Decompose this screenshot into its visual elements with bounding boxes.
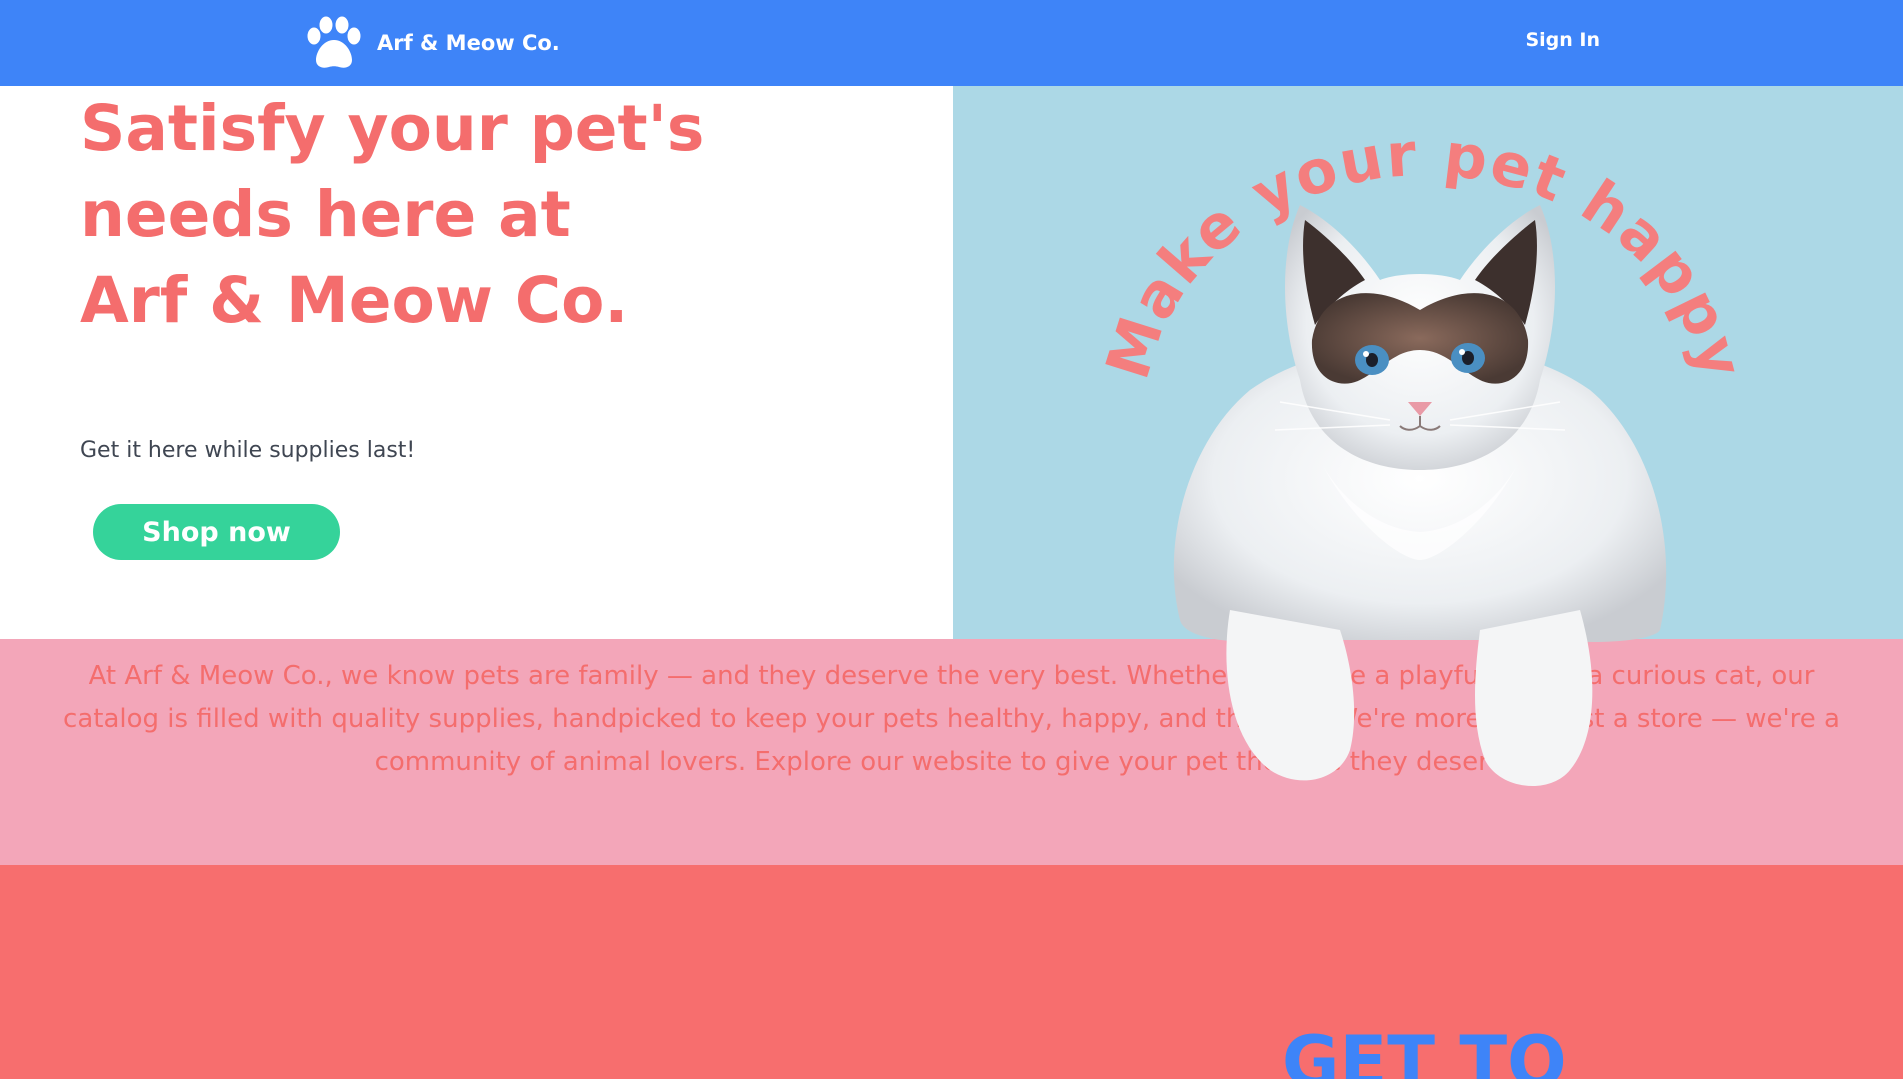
hero-cat-illustration: Make your pet happy bbox=[1100, 140, 1740, 800]
shop-now-button[interactable]: Shop now bbox=[93, 504, 340, 560]
hero-title: Satisfy your pet's needs here at Arf & M… bbox=[80, 86, 800, 344]
hero-title-line-3: Arf & Meow Co. bbox=[80, 264, 629, 337]
brand-name: Arf & Meow Co. bbox=[377, 31, 560, 55]
top-navbar: Arf & Meow Co. Sign In bbox=[0, 0, 1903, 86]
brand-home-link[interactable]: Arf & Meow Co. bbox=[303, 16, 560, 70]
paw-icon bbox=[307, 16, 361, 68]
hero-title-line-2: needs here at bbox=[80, 178, 571, 251]
section-heading: GET TO bbox=[1282, 1021, 1567, 1079]
sign-in-link[interactable]: Sign In bbox=[1525, 29, 1600, 51]
hero-title-line-1: Satisfy your pet's bbox=[80, 92, 705, 165]
cat-image: Make your pet happy bbox=[1100, 140, 1740, 787]
hero-subtitle: Get it here while supplies last! bbox=[80, 438, 416, 463]
get-to-know-section bbox=[0, 865, 1903, 1079]
